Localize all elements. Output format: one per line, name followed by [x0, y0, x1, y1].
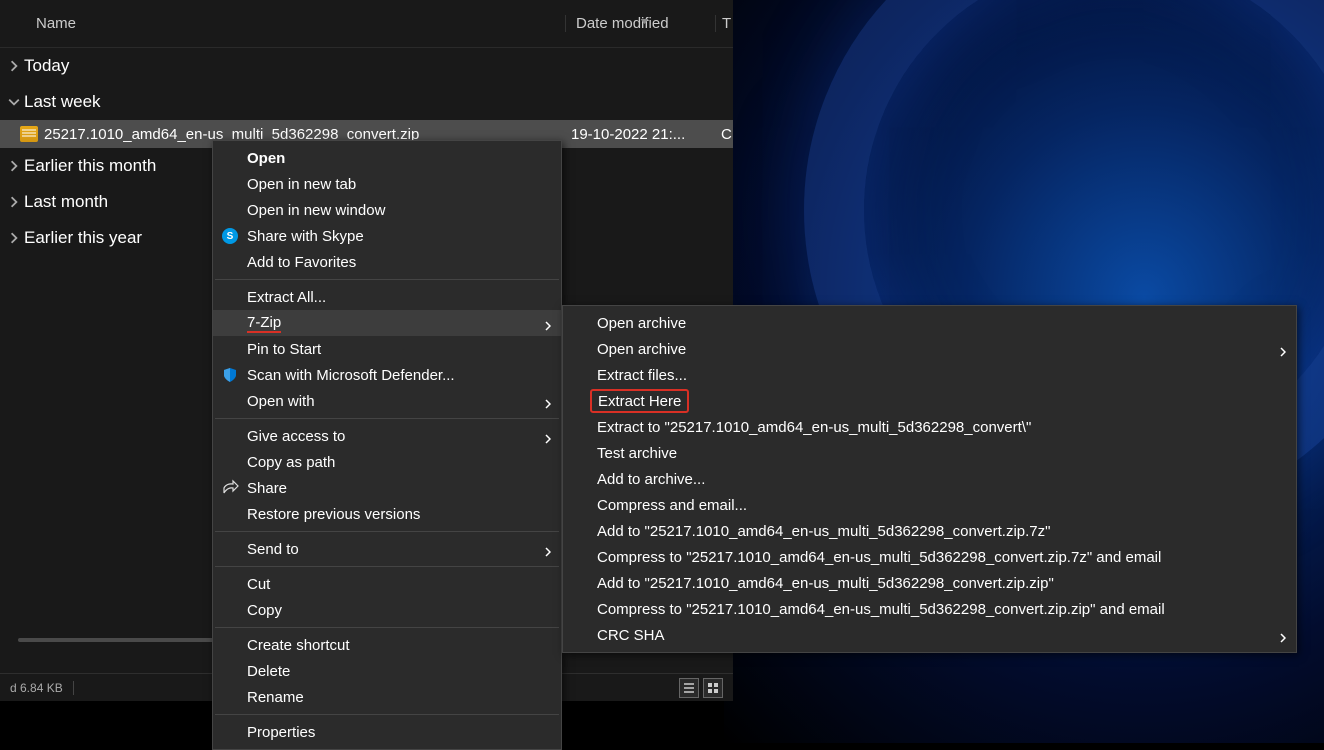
menu-share-skype[interactable]: S Share with Skype	[213, 223, 561, 249]
menu-add-favorites[interactable]: Add to Favorites	[213, 249, 561, 275]
column-type[interactable]: T	[715, 15, 733, 32]
submenu-add-to-zip[interactable]: Add to "25217.1010_amd64_en-us_multi_5d3…	[563, 570, 1296, 596]
sevenzip-submenu: Open archive Open archive Extract files.…	[562, 305, 1297, 653]
group-last-week[interactable]: Last week	[0, 84, 733, 120]
menu-properties[interactable]: Properties	[213, 719, 561, 745]
submenu-arrow-icon	[545, 318, 551, 328]
menu-separator	[215, 627, 559, 628]
menu-scan-defender[interactable]: Scan with Microsoft Defender...	[213, 362, 561, 388]
chevron-right-icon	[8, 160, 20, 172]
group-label: Earlier this month	[24, 156, 156, 176]
menu-open-with[interactable]: Open with	[213, 388, 561, 414]
menu-restore-versions[interactable]: Restore previous versions	[213, 501, 561, 527]
menu-cut[interactable]: Cut	[213, 571, 561, 597]
submenu-test-archive[interactable]: Test archive	[563, 440, 1296, 466]
menu-separator	[215, 566, 559, 567]
menu-open[interactable]: Open	[213, 145, 561, 171]
submenu-open-archive[interactable]: Open archive	[563, 310, 1296, 336]
submenu-arrow-icon	[1280, 630, 1286, 640]
share-icon	[221, 479, 239, 497]
menu-send-to[interactable]: Send to	[213, 536, 561, 562]
file-date: 19-10-2022 21:...	[565, 126, 715, 143]
menu-pin-start[interactable]: Pin to Start	[213, 336, 561, 362]
group-label: Last month	[24, 192, 108, 212]
group-today[interactable]: Today	[0, 48, 733, 84]
submenu-add-to-archive[interactable]: Add to archive...	[563, 466, 1296, 492]
menu-open-new-window[interactable]: Open in new window	[213, 197, 561, 223]
menu-open-new-tab[interactable]: Open in new tab	[213, 171, 561, 197]
submenu-arrow-icon	[545, 544, 551, 554]
shield-icon	[221, 366, 239, 384]
zip-file-icon	[20, 126, 38, 142]
menu-copy-path[interactable]: Copy as path	[213, 449, 561, 475]
submenu-compress-email[interactable]: Compress and email...	[563, 492, 1296, 518]
chevron-right-icon	[8, 232, 20, 244]
submenu-extract-files[interactable]: Extract files...	[563, 362, 1296, 388]
menu-share[interactable]: Share	[213, 475, 561, 501]
group-label: Last week	[24, 92, 101, 112]
file-type-col: C	[715, 126, 733, 143]
menu-rename[interactable]: Rename	[213, 684, 561, 710]
details-view-button[interactable]	[679, 678, 699, 698]
view-mode-buttons	[679, 678, 723, 698]
group-label: Today	[24, 56, 69, 76]
submenu-arrow-icon	[1280, 344, 1286, 354]
status-size: d 6.84 KB	[10, 681, 63, 695]
submenu-arrow-icon	[545, 431, 551, 441]
menu-separator	[215, 531, 559, 532]
menu-give-access[interactable]: Give access to	[213, 423, 561, 449]
submenu-extract-here[interactable]: Extract Here	[563, 388, 1296, 414]
status-separator	[73, 681, 74, 695]
submenu-crc-sha[interactable]: CRC SHA	[563, 622, 1296, 648]
chevron-down-icon	[8, 96, 20, 108]
submenu-compress-zip-email[interactable]: Compress to "25217.1010_amd64_en-us_mult…	[563, 596, 1296, 622]
submenu-arrow-icon	[545, 396, 551, 406]
context-menu: Open Open in new tab Open in new window …	[212, 140, 562, 750]
chevron-right-icon	[8, 60, 20, 72]
menu-delete[interactable]: Delete	[213, 658, 561, 684]
submenu-extract-to[interactable]: Extract to "25217.1010_amd64_en-us_multi…	[563, 414, 1296, 440]
menu-extract-all[interactable]: Extract All...	[213, 284, 561, 310]
submenu-add-to-7z[interactable]: Add to "25217.1010_amd64_en-us_multi_5d3…	[563, 518, 1296, 544]
submenu-open-archive-sub[interactable]: Open archive	[563, 336, 1296, 362]
menu-7zip[interactable]: 7-Zip	[213, 310, 561, 336]
skype-icon: S	[221, 227, 239, 245]
submenu-compress-7z-email[interactable]: Compress to "25217.1010_amd64_en-us_mult…	[563, 544, 1296, 570]
group-label: Earlier this year	[24, 228, 142, 248]
menu-separator	[215, 279, 559, 280]
menu-create-shortcut[interactable]: Create shortcut	[213, 632, 561, 658]
icons-view-button[interactable]	[703, 678, 723, 698]
column-headers: Name Date modified T	[0, 0, 733, 48]
menu-copy[interactable]: Copy	[213, 597, 561, 623]
menu-separator	[215, 714, 559, 715]
chevron-right-icon	[8, 196, 20, 208]
menu-separator	[215, 418, 559, 419]
column-date-modified[interactable]: Date modified	[565, 15, 715, 32]
column-name[interactable]: Name	[0, 15, 565, 32]
